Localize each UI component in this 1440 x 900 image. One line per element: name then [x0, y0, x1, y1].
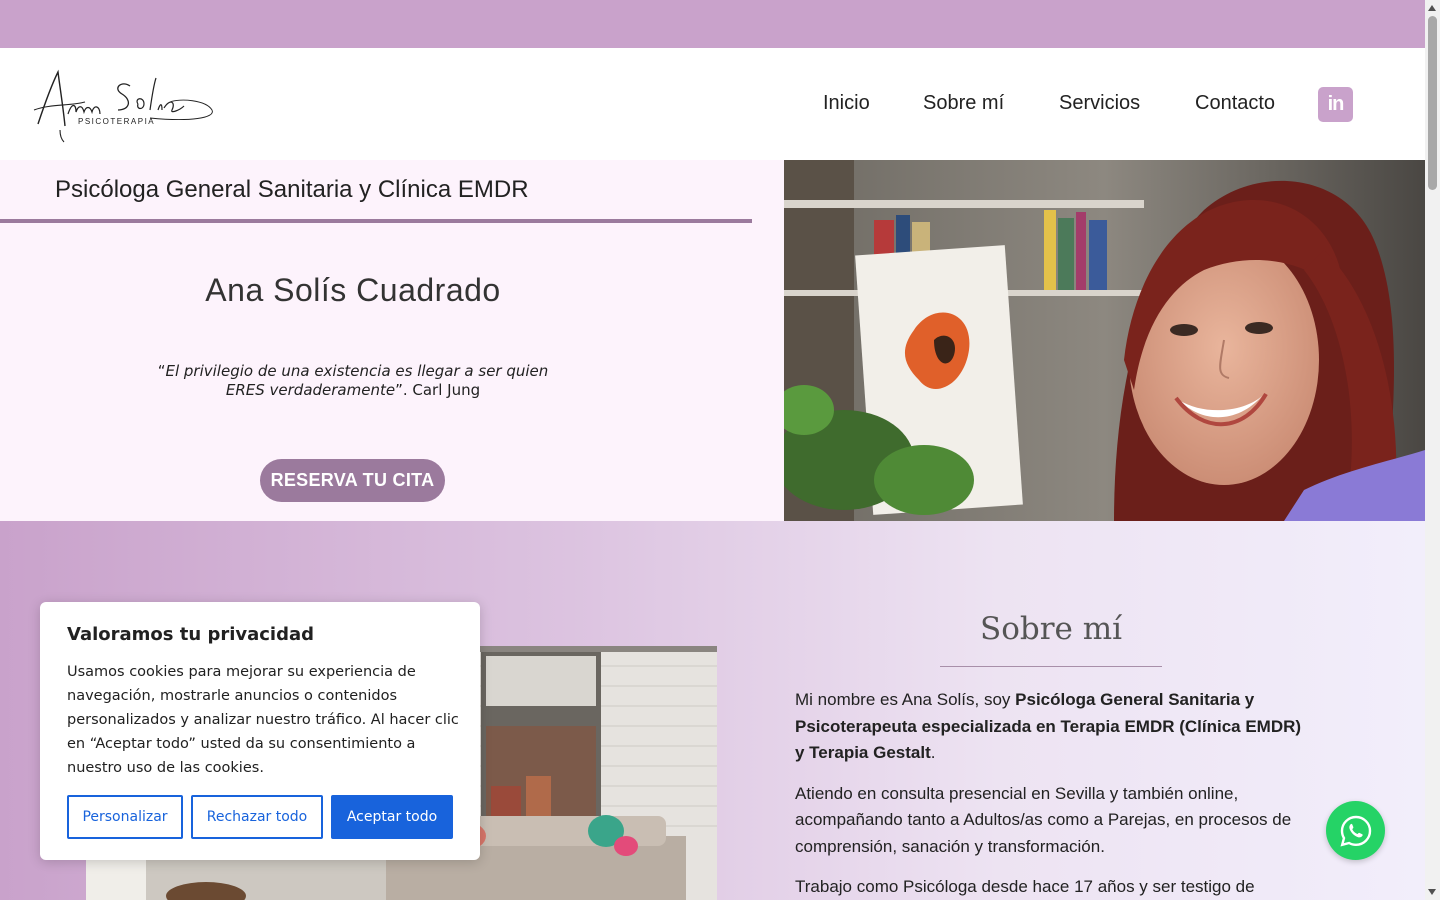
quote-text: El privilegio de una existencia es llega…: [165, 362, 549, 399]
cookie-accept-button[interactable]: Aceptar todo: [331, 795, 453, 839]
cookie-banner: Valoramos tu privacidad Usamos cookies p…: [40, 602, 480, 860]
portrait-photo: [784, 160, 1425, 521]
about-paragraph-2: Atiendo en consulta presencial en Sevill…: [795, 783, 1292, 856]
whatsapp-icon[interactable]: [1326, 801, 1385, 860]
about-p1-plain: Mi nombre es Ana Solís, soy: [795, 690, 1016, 709]
hero-quote: “El privilegio de una existencia es lleg…: [140, 362, 566, 400]
book-appointment-button[interactable]: RESERVA TU CITA: [260, 459, 445, 502]
logo-signature: [33, 69, 213, 143]
logo-subtitle: PSICOTERAPIA: [78, 117, 156, 126]
nav-item-servicios[interactable]: Servicios: [1059, 92, 1140, 115]
about-paragraph-3: Trabajo como Psicóloga desde hace 17 año…: [795, 877, 1255, 896]
hero-intro: Psicóloga General Sanitaria y Clínica EM…: [0, 160, 784, 521]
page: PSICOTERAPIA Inicio Sobre mí Servicios C…: [0, 0, 1425, 900]
page-scrollbar[interactable]: [1425, 0, 1440, 900]
cookie-title: Valoramos tu privacidad: [67, 624, 315, 645]
hero-subtitle: Psicóloga General Sanitaria y Clínica EM…: [55, 176, 529, 203]
nav-item-sobre-mi[interactable]: Sobre mí: [923, 92, 1004, 115]
about-title: Sobre mí: [979, 611, 1123, 647]
hero-name: Ana Solís Cuadrado: [205, 272, 501, 308]
cookie-reject-button[interactable]: Rechazar todo: [191, 795, 323, 839]
site-header: PSICOTERAPIA Inicio Sobre mí Servicios C…: [0, 48, 1425, 160]
about-paragraph-1: Mi nombre es Ana Solís, soy Psicóloga Ge…: [795, 687, 1315, 767]
about-text: Mi nombre es Ana Solís, soy Psicóloga Ge…: [795, 687, 1315, 900]
hero-divider: [0, 219, 752, 223]
scrollbar-thumb[interactable]: [1428, 16, 1437, 190]
cookie-customize-button[interactable]: Personalizar: [67, 795, 183, 839]
whatsapp-glyph: [1340, 815, 1371, 846]
top-band: [0, 0, 1425, 48]
scroll-down-arrow-icon[interactable]: [1428, 889, 1436, 895]
scroll-up-arrow-icon[interactable]: [1428, 5, 1436, 11]
linkedin-icon[interactable]: in: [1318, 87, 1353, 122]
cookie-description: Usamos cookies para mejorar su experienc…: [67, 664, 459, 776]
about-divider: [940, 666, 1162, 667]
nav-item-contacto[interactable]: Contacto: [1195, 92, 1275, 115]
quote-author: ”. Carl Jung: [395, 381, 481, 399]
linkedin-label: in: [1327, 93, 1345, 115]
site-logo[interactable]: PSICOTERAPIA: [30, 66, 215, 144]
nav-item-inicio[interactable]: Inicio: [823, 92, 870, 115]
about-p1-end: .: [930, 743, 936, 762]
